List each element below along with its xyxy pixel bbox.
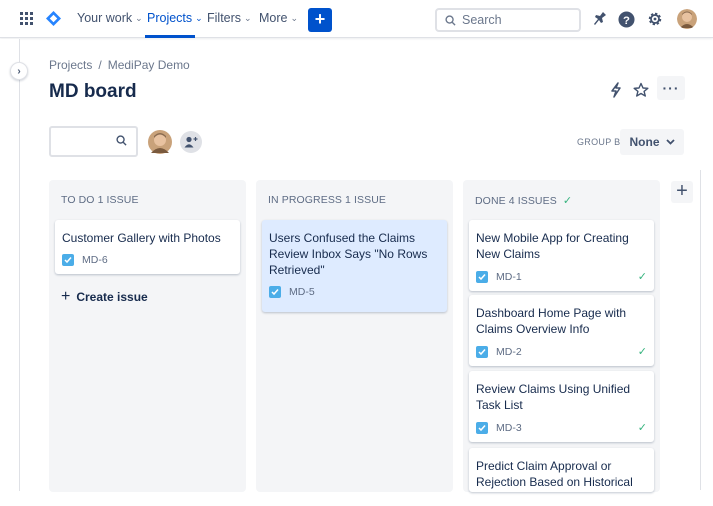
plus-icon: + <box>61 288 71 305</box>
column-todo: TO DO 1 ISSUE Customer Gallery with Phot… <box>49 180 246 492</box>
issue-card[interactable]: Dashboard Home Page with Claims Overview… <box>469 295 654 366</box>
issue-card[interactable]: Review Claims Using Unified Task List MD… <box>469 371 654 442</box>
checkbox-icon <box>476 270 488 283</box>
column-title-text: IN PROGRESS 1 ISSUE <box>268 194 387 206</box>
create-button[interactable]: + <box>308 8 332 32</box>
card-footer: MD-5 <box>269 286 440 298</box>
card-summary: Customer Gallery with Photos <box>62 231 221 245</box>
nav-your-work-label: Your work <box>77 11 133 25</box>
done-check-icon: ✓ <box>637 422 647 434</box>
more-actions-button[interactable]: ··· <box>657 76 685 100</box>
checkbox-icon <box>62 254 74 266</box>
column-in-progress: IN PROGRESS 1 ISSUE Users Confused the C… <box>256 180 453 492</box>
issue-key[interactable]: MD-3 <box>496 422 522 434</box>
search-icon <box>116 135 127 146</box>
active-tab-indicator <box>145 35 195 38</box>
lightning-icon[interactable] <box>606 80 626 100</box>
help-icon[interactable]: ? <box>616 9 636 29</box>
card-summary: New Mobile App for Creating New Claims <box>476 231 629 261</box>
star-icon[interactable] <box>631 80 651 100</box>
done-check-icon: ✓ <box>562 195 573 207</box>
nav-more[interactable]: More ⌄ <box>259 11 298 25</box>
board-search[interactable] <box>49 126 138 157</box>
add-column-button[interactable]: + <box>671 181 693 203</box>
issue-card[interactable]: Predict Claim Approval or Rejection Base… <box>469 448 654 492</box>
issue-key[interactable]: MD-2 <box>496 346 522 358</box>
group-by-value: None <box>629 135 660 149</box>
card-summary: Review Claims Using Unified Task List <box>476 382 631 412</box>
breadcrumb: Projects / MediPay Demo <box>49 58 190 72</box>
expand-sidebar-button[interactable]: › <box>10 62 28 80</box>
card-summary: Dashboard Home Page with Claims Overview… <box>476 306 627 336</box>
add-people-button[interactable] <box>180 131 202 153</box>
issue-card[interactable]: New Mobile App for Creating New Claims M… <box>469 220 654 291</box>
assignee-avatar[interactable] <box>148 130 172 154</box>
nav-your-work[interactable]: Your work ⌄ <box>77 11 143 25</box>
settings-gear-icon[interactable] <box>645 9 665 29</box>
column-title: TO DO 1 ISSUE <box>61 194 139 206</box>
checkbox-icon <box>269 286 281 298</box>
create-issue-label: Create issue <box>76 290 148 304</box>
column-title: IN PROGRESS 1 ISSUE <box>268 194 386 206</box>
svg-text:?: ? <box>623 14 630 26</box>
sidebar-collapsed <box>0 39 20 491</box>
breadcrumb-separator: / <box>98 58 102 72</box>
column-title: DONE 4 ISSUES ✓ <box>475 194 573 208</box>
card-footer: MD-3 ✓ <box>476 421 647 434</box>
card-summary: Users Confused the Claims Review Inbox S… <box>269 231 428 277</box>
global-search[interactable] <box>435 8 581 32</box>
app-switcher-icon[interactable] <box>20 12 33 25</box>
breadcrumb-projects[interactable]: Projects <box>49 58 92 72</box>
breadcrumb-project[interactable]: MediPay Demo <box>108 58 190 72</box>
chevron-down-icon: ⌄ <box>195 12 203 23</box>
checkbox-icon <box>476 345 488 358</box>
page-title: MD board <box>49 81 137 102</box>
chevron-down-icon: ⌄ <box>135 12 143 23</box>
nav-filters-label: Filters <box>207 11 242 25</box>
checkbox-icon <box>476 421 488 434</box>
jira-logo-icon[interactable] <box>46 11 61 26</box>
done-check-icon: ✓ <box>637 271 647 283</box>
nav-more-label: More <box>259 11 288 25</box>
column-done: DONE 4 ISSUES ✓ New Mobile App for Creat… <box>463 180 660 492</box>
search-input[interactable] <box>462 13 572 27</box>
add-person-icon <box>184 136 198 148</box>
issue-card[interactable]: Users Confused the Claims Review Inbox S… <box>262 220 447 312</box>
board-search-input[interactable] <box>57 134 117 148</box>
issue-key[interactable]: MD-1 <box>496 271 522 283</box>
issue-key[interactable]: MD-6 <box>82 254 108 266</box>
user-avatar[interactable] <box>677 9 697 29</box>
issue-card[interactable]: Customer Gallery with Photos MD-6 <box>55 220 240 274</box>
issue-key[interactable]: MD-5 <box>289 286 315 298</box>
chevron-down-icon: ⌄ <box>244 12 252 23</box>
card-footer: MD-2 ✓ <box>476 345 647 358</box>
nav-filters[interactable]: Filters ⌄ <box>207 11 252 25</box>
group-by-dropdown[interactable]: None <box>620 129 684 155</box>
top-navigation: Your work⌄ Projects⌄ Filters⌄ More⌄ + ? <box>0 0 713 38</box>
chevron-down-icon <box>665 139 675 145</box>
nav-projects-label: Projects <box>147 11 193 25</box>
card-footer: MD-1 ✓ <box>476 270 647 283</box>
panel-divider <box>700 170 701 490</box>
nav-projects[interactable]: Projects ⌄ <box>147 11 203 25</box>
done-check-icon: ✓ <box>637 346 647 358</box>
search-icon <box>445 14 456 26</box>
card-footer: MD-6 <box>62 254 233 266</box>
notifications-icon[interactable] <box>590 9 610 29</box>
card-summary: Predict Claim Approval or Rejection Base… <box>476 459 633 489</box>
column-title-text: TO DO 1 ISSUE <box>61 194 139 206</box>
create-issue-button[interactable]: + Create issue <box>61 288 148 306</box>
chevron-down-icon: ⌄ <box>290 12 299 23</box>
column-title-text: DONE 4 ISSUES <box>475 194 557 207</box>
